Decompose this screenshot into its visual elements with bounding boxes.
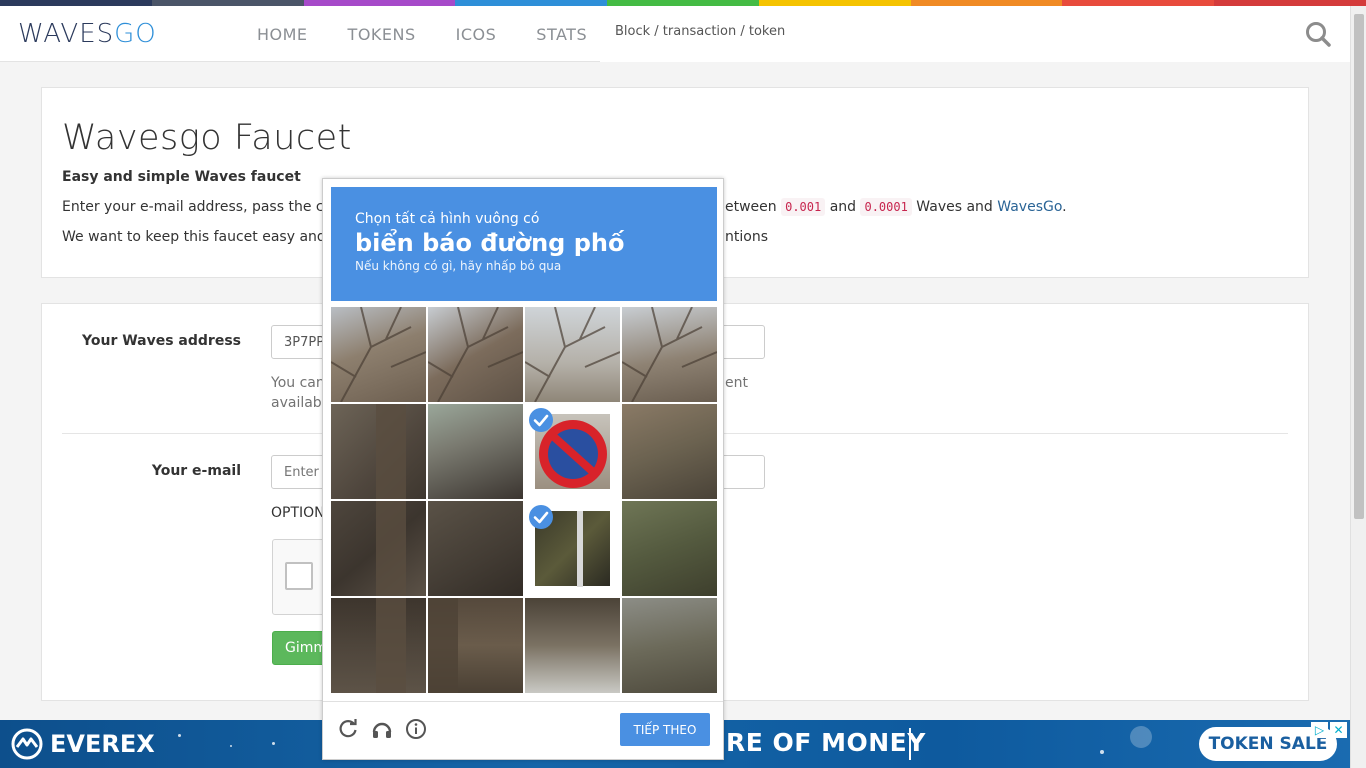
audio-icon[interactable] <box>371 718 393 740</box>
site-header: WAVES GO HOME TOKENS ICOS STATS <box>0 6 1350 62</box>
captcha-tile[interactable] <box>428 404 523 499</box>
amount-high: 0.001 <box>781 198 826 216</box>
tree-branches-graphic <box>428 501 523 596</box>
captcha-tile[interactable] <box>428 307 523 402</box>
ad-decoration <box>1130 726 1152 748</box>
ad-brand: EVEREX <box>50 730 155 758</box>
ad-controls: ▷ ✕ <box>1311 722 1349 738</box>
ad-decoration <box>1100 750 1104 754</box>
info-icon[interactable] <box>405 718 427 740</box>
address-help-1: You can <box>271 375 325 391</box>
tree-branches-graphic <box>376 598 406 693</box>
captcha-hint: Nếu không có gì, hãy nhấp bỏ qua <box>355 259 562 273</box>
captcha-tile[interactable] <box>428 598 523 693</box>
scrollbar-thumb[interactable] <box>1354 14 1364 519</box>
nav-home[interactable]: HOME <box>237 6 328 62</box>
intro-text: Waves and <box>916 199 993 215</box>
ad-slogan: RE OF MONEY <box>726 728 926 757</box>
tree-branches-graphic <box>622 404 717 499</box>
captcha-header: Chọn tất cả hình vuông có biển báo đường… <box>331 187 717 301</box>
everex-logo: EVEREX <box>10 728 155 760</box>
search-icon[interactable] <box>1304 20 1332 48</box>
everex-logo-icon <box>11 728 43 760</box>
logo-text-waves: WAVES <box>18 19 115 49</box>
captcha-tile[interactable] <box>622 501 717 596</box>
page-subtitle: Easy and simple Waves faucet <box>62 169 301 185</box>
captcha-footer: TIẾP THEO <box>323 701 723 759</box>
captcha-tile[interactable] <box>622 404 717 499</box>
tree-branches-graphic <box>622 307 717 402</box>
wavesgo-logo[interactable]: WAVES GO <box>18 18 157 50</box>
reload-icon[interactable] <box>337 718 359 740</box>
captcha-tile[interactable] <box>331 307 426 402</box>
captcha-image-grid <box>331 307 717 693</box>
wavesgo-link[interactable]: WavesGo <box>997 199 1062 215</box>
intro-text: etween <box>725 199 777 215</box>
tree-branches-graphic <box>622 501 717 596</box>
captcha-tile[interactable] <box>331 404 426 499</box>
amount-low: 0.0001 <box>860 198 912 216</box>
captcha-tile[interactable] <box>525 404 620 499</box>
search-input[interactable] <box>615 24 1215 39</box>
captcha-tile[interactable] <box>622 307 717 402</box>
tile-selected-check-icon <box>529 505 553 529</box>
intro-line-1: Enter your e-mail address, pass the cap <box>62 199 342 215</box>
tree-branches-graphic <box>331 307 426 402</box>
captcha-prompt: Chọn tất cả hình vuông có <box>355 211 540 227</box>
tree-branches-graphic <box>428 404 523 499</box>
captcha-challenge: Chọn tất cả hình vuông có biển báo đường… <box>322 178 724 760</box>
captcha-tile[interactable] <box>331 598 426 693</box>
nav-tokens[interactable]: TOKENS <box>328 6 436 62</box>
logo-text-go: GO <box>114 19 157 49</box>
ad-decoration <box>178 734 181 737</box>
tree-branches-graphic <box>376 501 406 596</box>
intro-line-2-end: ntions <box>725 229 768 245</box>
tree-branches-graphic <box>376 404 406 499</box>
tree-branches-graphic <box>428 598 458 693</box>
ad-decoration <box>230 745 232 747</box>
tree-branches-graphic <box>428 307 523 402</box>
page-title: Wavesgo Faucet <box>62 118 352 158</box>
ad-divider <box>909 728 911 760</box>
captcha-tile[interactable] <box>525 307 620 402</box>
close-icon[interactable]: ✕ <box>1330 722 1347 738</box>
ad-decoration <box>272 742 275 745</box>
page-scrollbar[interactable] <box>1350 6 1366 768</box>
intro-text: and <box>829 199 857 215</box>
adchoices-icon[interactable]: ▷ <box>1311 722 1328 738</box>
address-label: Your Waves address <box>82 333 241 349</box>
search-bar <box>600 6 1350 62</box>
recaptcha-checkbox[interactable] <box>285 562 313 590</box>
nav-stats[interactable]: STATS <box>516 6 607 62</box>
captcha-tile[interactable] <box>525 501 620 596</box>
tree-branches-graphic <box>525 307 620 402</box>
address-help-1-end: ent <box>725 375 748 391</box>
captcha-tile[interactable] <box>331 501 426 596</box>
address-help-2: availab <box>271 395 322 411</box>
intro-text: . <box>1062 199 1067 215</box>
captcha-next-button[interactable]: TIẾP THEO <box>620 713 710 746</box>
tile-selected-check-icon <box>529 408 553 432</box>
captcha-object: biển báo đường phố <box>355 229 625 257</box>
nav-icos[interactable]: ICOS <box>436 6 517 62</box>
optional-note: OPTION <box>271 505 325 521</box>
intro-line-2: We want to keep this faucet easy and s <box>62 229 338 245</box>
tree-branches-graphic <box>622 598 717 693</box>
main-nav: HOME TOKENS ICOS STATS <box>237 6 607 62</box>
captcha-tile[interactable] <box>525 598 620 693</box>
captcha-tile[interactable] <box>428 501 523 596</box>
captcha-tile[interactable] <box>622 598 717 693</box>
intro-line-1-end: etween 0.001 and 0.0001 Waves and WavesG… <box>725 198 1067 216</box>
email-label: Your e-mail <box>151 463 241 479</box>
tree-branches-graphic <box>525 598 620 693</box>
